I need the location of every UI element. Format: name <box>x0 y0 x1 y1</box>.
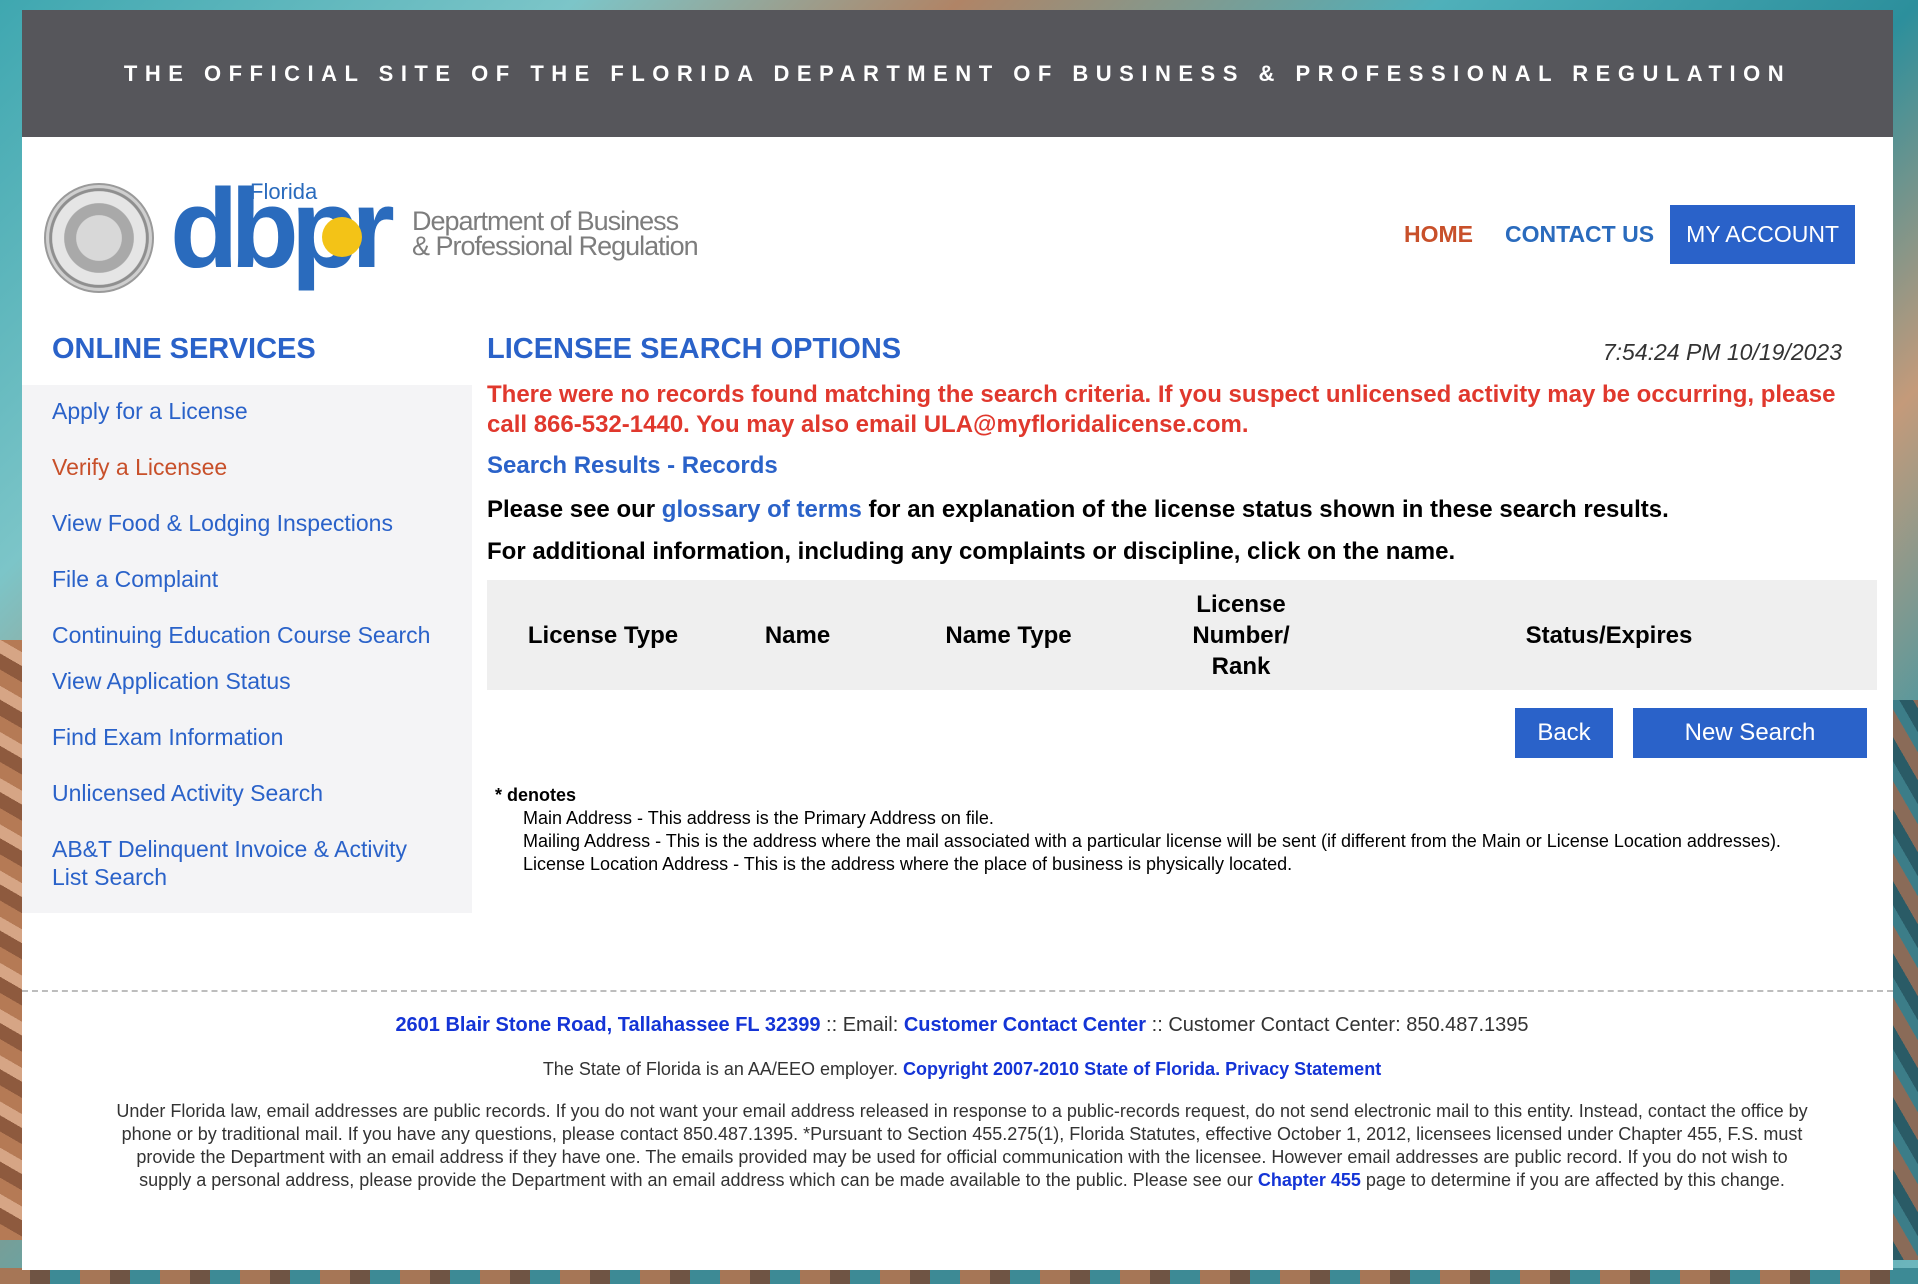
new-search-button[interactable]: New Search <box>1633 708 1867 758</box>
state-seal-icon <box>44 183 154 293</box>
page-container: THE OFFICIAL SITE OF THE FLORIDA DEPARTM… <box>22 10 1893 1270</box>
results-table: License Type Name Name Type License Numb… <box>487 580 1877 690</box>
sidebar-menu: Apply for a License Verify a Licensee Vi… <box>22 385 472 913</box>
col-license-number: License Number/ Rank <box>1192 590 1290 680</box>
sidebar-title: ONLINE SERVICES <box>52 333 316 365</box>
glossary-info-post: for an explanation of the license status… <box>861 496 1669 523</box>
address-notes: * denotes Main Address - This address is… <box>487 784 1882 876</box>
my-account-button[interactable]: MY ACCOUNT <box>1670 205 1855 264</box>
note-location-address: License Location Address - This is the a… <box>523 854 1293 874</box>
notes-title: * denotes <box>495 785 577 805</box>
sidebar-item-verify-licensee[interactable]: Verify a Licensee <box>22 453 472 481</box>
sidebar-item-application-status[interactable]: View Application Status <box>22 667 472 695</box>
footer-email-label: :: Email: <box>820 1014 904 1036</box>
col-name-type: Name Type <box>945 621 1072 649</box>
glossary-info: Please see our glossary of terms for an … <box>487 496 1882 524</box>
law-text-end: page to determine if you are affected by… <box>1360 1170 1785 1190</box>
sidebar: ONLINE SERVICES Apply for a License Veri… <box>22 317 472 913</box>
nav-contact-link[interactable]: CONTACT US <box>1505 221 1654 248</box>
action-buttons: Back New Search <box>487 708 1882 758</box>
footer-contact-line: 2601 Blair Stone Road, Tallahassee FL 32… <box>112 1014 1812 1037</box>
footer-law-text: Under Florida law, email addresses are p… <box>112 1100 1812 1192</box>
footer-divider <box>22 990 1893 992</box>
col-name: Name <box>764 621 831 649</box>
footer: 2601 Blair Stone Road, Tallahassee FL 32… <box>112 1014 1812 1192</box>
note-main-address: Main Address - This address is the Prima… <box>523 808 994 828</box>
customer-contact-link[interactable]: Customer Contact Center <box>904 1014 1146 1036</box>
sidebar-item-abt-delinquent[interactable]: AB&T Delinquent Invoice & Activity List … <box>22 835 472 891</box>
timestamp: 7:54:24 PM 10/19/2023 <box>1602 339 1842 365</box>
dbpr-logo[interactable]: dbpr Florida Department of Business & Pr… <box>170 173 710 299</box>
sidebar-item-unlicensed-activity[interactable]: Unlicensed Activity Search <box>22 779 472 807</box>
background-bottom <box>0 1268 1918 1284</box>
sidebar-item-file-complaint[interactable]: File a Complaint <box>22 565 472 593</box>
header: dbpr Florida Department of Business & Pr… <box>22 137 1893 317</box>
footer-phone: :: Customer Contact Center: 850.487.1395 <box>1146 1014 1529 1036</box>
sidebar-item-exam-info[interactable]: Find Exam Information <box>22 723 472 751</box>
chapter-455-link[interactable]: Chapter 455 <box>1258 1170 1361 1190</box>
col-license-type: License Type <box>527 621 679 649</box>
sun-icon <box>322 217 362 257</box>
top-nav: HOME CONTACT US MY ACCOUNT <box>1404 205 1855 264</box>
background-rocks-right <box>1890 700 1918 1260</box>
sidebar-item-apply-license[interactable]: Apply for a License <box>22 397 472 425</box>
sidebar-item-food-lodging[interactable]: View Food & Lodging Inspections <box>22 509 472 537</box>
results-header-row: License Type Name Name Type License Numb… <box>487 580 1877 690</box>
results-subheading: Search Results - Records <box>487 452 778 479</box>
col-status-expires: Status/Expires <box>1525 621 1693 649</box>
additional-info: For additional information, including an… <box>487 538 1456 565</box>
logo-dept-line2: & Professional Regulation <box>412 231 699 261</box>
privacy-link[interactable]: Privacy Statement <box>1225 1059 1381 1079</box>
sidebar-item-ce-course-search[interactable]: Continuing Education Course Search <box>22 621 472 649</box>
logo-department-text: Department of Business & Professional Re… <box>412 208 699 261</box>
footer-copyright-line: The State of Florida is an AA/EEO employ… <box>112 1059 1812 1080</box>
footer-employer: The State of Florida is an AA/EEO employ… <box>542 1059 903 1079</box>
no-records-error: There were no records found matching the… <box>487 381 1836 438</box>
logo-florida-text: Florida <box>250 179 318 204</box>
glossary-link[interactable]: glossary of terms <box>662 496 862 523</box>
note-mailing-address: Mailing Address - This is the address wh… <box>523 831 1781 851</box>
address-link[interactable]: 2601 Blair Stone Road, Tallahassee FL 32… <box>395 1014 820 1036</box>
glossary-info-pre: Please see our <box>487 496 662 523</box>
back-button[interactable]: Back <box>1515 708 1613 758</box>
top-banner: THE OFFICIAL SITE OF THE FLORIDA DEPARTM… <box>22 10 1893 137</box>
nav-home-link[interactable]: HOME <box>1404 221 1473 248</box>
main-content: LICENSEE SEARCH OPTIONS 7:54:24 PM 10/19… <box>487 317 1882 876</box>
copyright-link[interactable]: Copyright 2007-2010 State of Florida. <box>903 1059 1220 1079</box>
